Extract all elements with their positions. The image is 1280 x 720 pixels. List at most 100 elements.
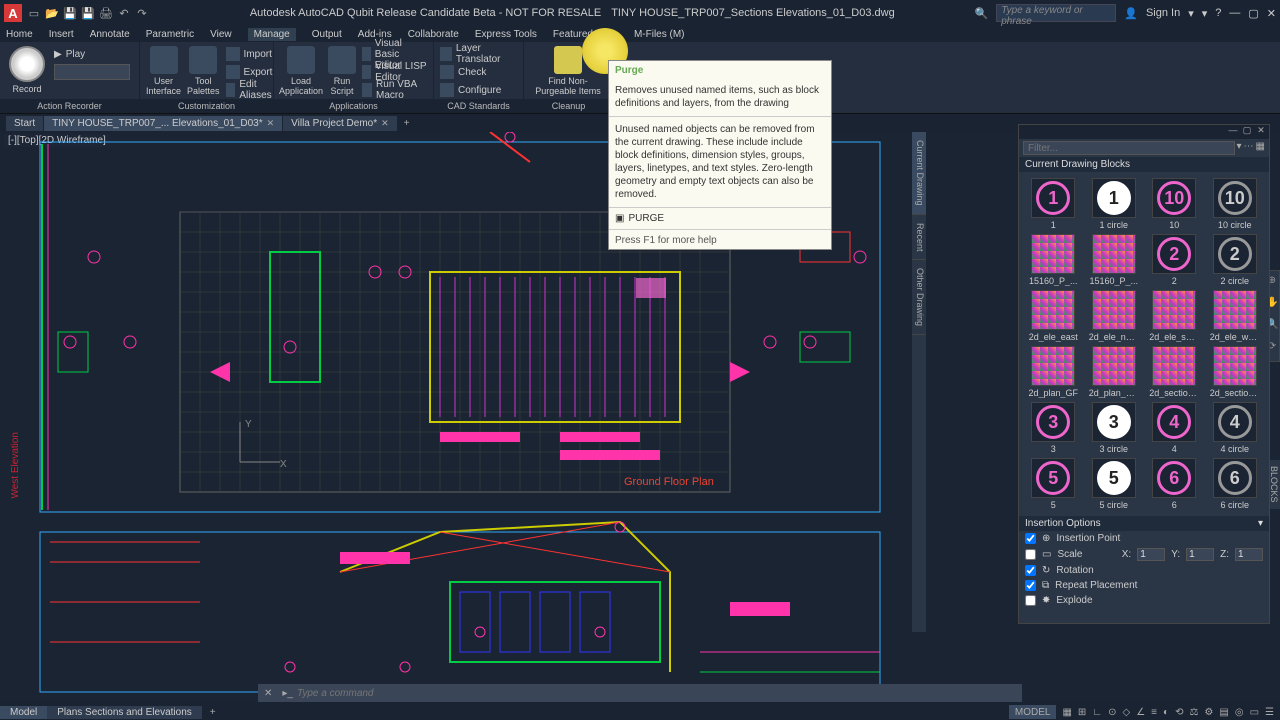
menu-view[interactable]: View	[210, 29, 232, 40]
saveas-icon[interactable]: 💾	[80, 5, 96, 21]
block-item[interactable]: 66	[1146, 458, 1203, 510]
block-item[interactable]: 11 circle	[1086, 178, 1143, 230]
save-icon[interactable]: 💾	[62, 5, 78, 21]
block-item[interactable]: 22	[1146, 234, 1203, 286]
layer-translator-button[interactable]: Layer Translator	[440, 46, 517, 62]
export-button[interactable]: Export	[226, 64, 276, 80]
new-icon[interactable]: ▭	[26, 5, 42, 21]
close-icon[interactable]: ✕	[1267, 7, 1276, 20]
cmd-close-icon[interactable]: ✕	[258, 688, 278, 699]
panel-action-recorder[interactable]: Action Recorder	[0, 99, 139, 113]
block-item[interactable]: 55 circle	[1086, 458, 1143, 510]
opt-explode[interactable]: ✸Explode	[1019, 593, 1269, 608]
scale-x[interactable]: 1	[1137, 548, 1165, 561]
user-icon[interactable]: 👤	[1124, 7, 1138, 20]
tab-other-drawing[interactable]: Other Drawing	[912, 260, 926, 335]
block-item[interactable]: 11	[1025, 178, 1082, 230]
close-tab-icon[interactable]: ✕	[381, 118, 389, 129]
block-item[interactable]: 33	[1025, 402, 1082, 454]
palette-max-icon[interactable]: ▢	[1241, 125, 1253, 139]
configure-button[interactable]: Configure	[440, 82, 517, 98]
vba-button[interactable]: Run VBA Macro	[362, 82, 427, 98]
block-item[interactable]: 2d_ele_north	[1086, 290, 1143, 342]
command-line[interactable]: ✕ ▸_	[258, 684, 1022, 702]
signin-link[interactable]: Sign In	[1146, 7, 1180, 19]
menu-insert[interactable]: Insert	[49, 29, 74, 40]
help-icon[interactable]: ?	[1215, 7, 1221, 19]
app-menu-icon[interactable]: ▾	[1202, 7, 1208, 20]
menu-home[interactable]: Home	[6, 29, 33, 40]
tab-recent[interactable]: Recent	[912, 215, 926, 261]
status-model[interactable]: MODEL	[1009, 705, 1057, 719]
view-icon[interactable]: ▦	[1256, 141, 1265, 155]
block-item[interactable]: 66 circle	[1207, 458, 1264, 510]
opt-scale[interactable]: ▭ScaleX:1Y:1Z:1	[1019, 546, 1269, 563]
block-item[interactable]: 1010	[1146, 178, 1203, 230]
menu-annotate[interactable]: Annotate	[90, 29, 130, 40]
maximize-icon[interactable]: ▢	[1248, 7, 1258, 20]
transparency-icon[interactable]: ◐	[1163, 705, 1169, 719]
add-layout-icon[interactable]: +	[202, 707, 224, 718]
block-item[interactable]: 55	[1025, 458, 1082, 510]
command-input[interactable]	[297, 688, 1022, 699]
doctab-villa[interactable]: Villa Project Demo*✕	[283, 116, 398, 131]
block-item[interactable]: 2d_section...	[1207, 346, 1264, 398]
redo-icon[interactable]: ↷	[134, 5, 150, 21]
blocks-filter-input[interactable]	[1023, 141, 1235, 155]
doctab-tinyhouse[interactable]: TINY HOUSE_TRP007_... Elevations_01_D03*…	[44, 116, 283, 131]
action-name-input[interactable]	[54, 64, 130, 80]
check-button[interactable]: Check	[440, 64, 517, 80]
scale-z[interactable]: 1	[1235, 548, 1263, 561]
plot-icon[interactable]: 🖨	[98, 5, 114, 21]
vbe-button[interactable]: Visual Basic Editor	[362, 46, 427, 62]
block-item[interactable]: 1010 circle	[1207, 178, 1264, 230]
app-logo[interactable]: A	[4, 4, 22, 22]
grid-icon[interactable]: ▦	[1062, 705, 1071, 719]
undo-icon[interactable]: ↶	[116, 5, 132, 21]
menu-output[interactable]: Output	[312, 29, 342, 40]
ortho-icon[interactable]: ∟	[1092, 705, 1102, 719]
block-item[interactable]: 2d_plan_GF	[1025, 346, 1082, 398]
palette-min-icon[interactable]: —	[1227, 125, 1239, 139]
osnap-icon[interactable]: ◇	[1123, 705, 1131, 719]
block-item[interactable]: 2d_ele_south	[1146, 290, 1203, 342]
filter-dropdown-icon[interactable]: ▾	[1237, 141, 1242, 155]
anno-icon[interactable]: ⚖	[1189, 705, 1198, 719]
workspace-icon[interactable]: ⚙	[1204, 705, 1213, 719]
record-button[interactable]: Record	[6, 46, 48, 94]
panel-cleanup[interactable]: Cleanup	[524, 99, 613, 113]
isolate-icon[interactable]: ◎	[1235, 705, 1244, 719]
polar-icon[interactable]: ⊙	[1108, 705, 1116, 719]
panel-applications[interactable]: Applications	[274, 99, 433, 113]
cui-button[interactable]: User Interface	[146, 46, 181, 96]
hardware-icon[interactable]: ▤	[1219, 705, 1228, 719]
block-item[interactable]: 2d_plan_m...	[1086, 346, 1143, 398]
menu-express[interactable]: Express Tools	[475, 29, 537, 40]
edit-aliases-button[interactable]: Edit Aliases	[226, 82, 276, 98]
import-button[interactable]: Import	[226, 46, 276, 62]
panel-customization[interactable]: Customization	[140, 99, 273, 113]
block-item[interactable]: 2d_section...	[1146, 346, 1203, 398]
block-item[interactable]: 15160_P_...	[1086, 234, 1143, 286]
block-item[interactable]: 2d_ele_west	[1207, 290, 1264, 342]
cycling-icon[interactable]: ⟲	[1175, 705, 1183, 719]
menu-parametric[interactable]: Parametric	[146, 29, 194, 40]
insertion-options-header[interactable]: Insertion Options▾	[1019, 516, 1269, 531]
opt-insertion-point[interactable]: ⊕Insertion Point	[1019, 531, 1269, 546]
search-input[interactable]: Type a keyword or phrase	[996, 4, 1116, 22]
menu-mfiles[interactable]: M-Files (M)	[634, 29, 685, 40]
run-script-button[interactable]: Run Script	[328, 46, 356, 96]
close-tab-icon[interactable]: ✕	[267, 118, 275, 129]
vle-button[interactable]: Visual LISP Editor	[362, 64, 427, 80]
layout-model[interactable]: Model	[0, 706, 47, 719]
tool-palettes-button[interactable]: Tool Palettes	[187, 46, 220, 96]
block-item[interactable]: 22 circle	[1207, 234, 1264, 286]
menu-manage[interactable]: Manage	[248, 28, 296, 41]
block-item[interactable]: 2d_ele_east	[1025, 290, 1082, 342]
otrack-icon[interactable]: ∠	[1136, 705, 1145, 719]
minimize-icon[interactable]: —	[1229, 7, 1240, 19]
lineweight-icon[interactable]: ≡	[1151, 705, 1157, 719]
block-item[interactable]: 33 circle	[1086, 402, 1143, 454]
open-icon[interactable]: 📂	[44, 5, 60, 21]
palette-close-icon[interactable]: ✕	[1255, 125, 1267, 139]
